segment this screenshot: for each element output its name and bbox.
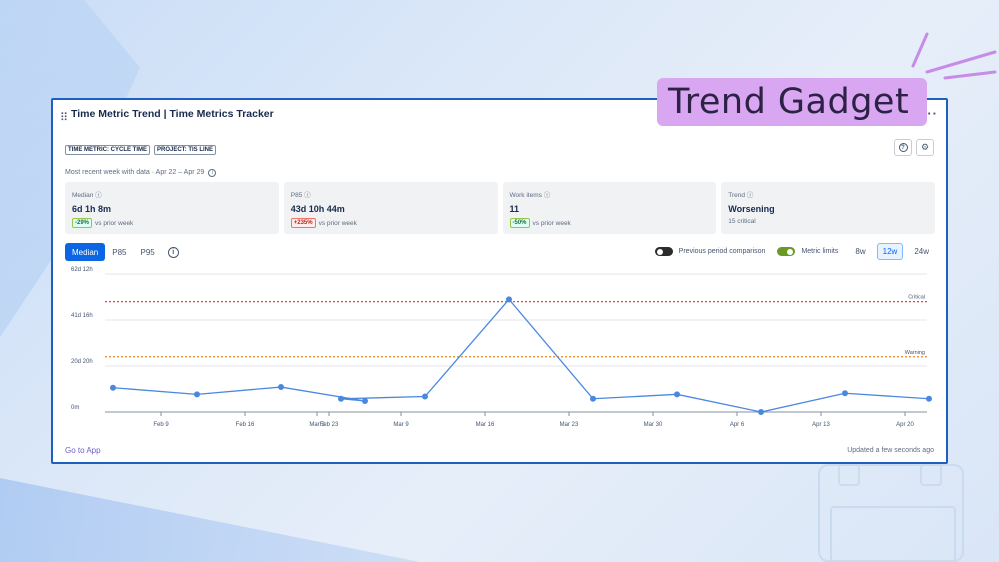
stat-label: P85 ⓘ xyxy=(290,192,311,199)
chart-controls: Previous period comparison Metric limits… xyxy=(654,243,934,260)
change-chip: -29% xyxy=(72,218,93,228)
range-24w[interactable]: 24w xyxy=(909,244,934,259)
stat-value: 6d 1h 8m xyxy=(72,204,112,214)
change-chip: -50% xyxy=(509,218,530,228)
tab-p85[interactable]: P85 xyxy=(105,243,133,261)
decorative-tab-icon xyxy=(920,464,942,486)
x-tick-label: Feb 16 xyxy=(236,422,255,428)
project-badge: PROJECT: TIS LINE xyxy=(154,145,217,155)
stat-change: -50% vs prior week xyxy=(509,218,710,228)
stat-card-work-items: Work items ⓘ 11 -50% vs prior week xyxy=(502,182,717,234)
change-chip: +235% xyxy=(290,218,316,228)
help-button[interactable]: ? xyxy=(894,139,912,156)
stat-value: 11 xyxy=(509,204,520,214)
series-line xyxy=(112,298,930,413)
previous-period-toggle[interactable] xyxy=(654,247,673,256)
info-icon[interactable]: i xyxy=(167,246,179,258)
x-tick-label: Mar 16 xyxy=(476,422,495,428)
y-tick-label: 0m xyxy=(71,405,79,411)
filter-badges: TIME METRIC: CYCLE TIME PROJECT: TIS LIN… xyxy=(65,145,217,155)
metric-badge: TIME METRIC: CYCLE TIME xyxy=(65,145,150,155)
x-tick-label: Apr 13 xyxy=(812,422,830,428)
stat-label: Median ⓘ xyxy=(72,192,102,199)
tab-p95[interactable]: P95 xyxy=(133,243,161,261)
data-point xyxy=(338,395,344,402)
y-tick-label: 41d 16h xyxy=(71,313,93,319)
info-icon: i xyxy=(208,169,217,177)
x-tick-label: Mar 9 xyxy=(393,422,409,428)
stat-value: Worsening xyxy=(728,204,775,214)
data-point xyxy=(674,391,680,398)
decorative-tab-icon xyxy=(838,464,860,486)
y-tick-label: 62d 12h xyxy=(71,267,93,273)
x-tick-label: Apr 6 xyxy=(730,422,745,428)
percentile-tabs: Median P85 P95 i xyxy=(65,243,179,261)
gear-icon: ⚙ xyxy=(920,142,930,152)
trend-line-chart: 0m20d 20h41d 16h62d 12hFeb 9 Feb 16 Feb 23… xyxy=(71,267,932,428)
x-tick-label: Feb 9 xyxy=(153,422,169,428)
range-8w[interactable]: 8w xyxy=(850,244,870,259)
stat-label: Work items ⓘ xyxy=(509,192,551,199)
stat-change: +235% vs prior week xyxy=(290,218,491,228)
trend-gadget-card: ⠿ Time Metric Trend | Time Metrics Track… xyxy=(51,98,948,464)
data-point xyxy=(506,296,512,303)
data-point xyxy=(194,391,200,398)
go-to-app-link[interactable]: Go to App xyxy=(65,446,101,455)
data-point xyxy=(422,393,428,400)
recent-week-text: Most recent week with data · Apr 22 – Ap… xyxy=(65,169,217,177)
x-tick-label: Mar 2 xyxy=(309,422,325,428)
data-point xyxy=(926,395,932,402)
range-12w[interactable]: 12w xyxy=(876,243,904,260)
data-point xyxy=(590,395,596,402)
metric-limits-toggle[interactable] xyxy=(777,247,796,256)
data-point xyxy=(278,384,284,391)
tab-median[interactable]: Median xyxy=(65,243,106,261)
updated-text: Updated a few seconds ago xyxy=(847,447,934,454)
settings-button[interactable]: ⚙ xyxy=(916,139,934,156)
stat-value: 43d 10h 44m xyxy=(290,204,345,214)
data-point xyxy=(758,409,764,415)
data-point xyxy=(110,384,116,391)
stat-cards: Median ⓘ 6d 1h 8m -29% vs prior week P85 … xyxy=(65,182,935,234)
info-icon: ⓘ xyxy=(95,192,102,199)
x-tick-label: Mar 30 xyxy=(644,422,663,428)
data-point xyxy=(842,390,848,397)
trend-gadget-label: Trend Gadget xyxy=(657,78,927,126)
x-tick-label: Apr 20 xyxy=(896,422,914,428)
info-icon: ⓘ xyxy=(746,192,754,199)
stat-card-trend: Trend ⓘ Worsening 15 critical xyxy=(721,182,935,234)
x-tick-label: Mar 23 xyxy=(560,422,579,428)
data-point xyxy=(362,397,368,404)
help-icon: ? xyxy=(898,143,908,152)
info-icon: ⓘ xyxy=(304,192,311,199)
stat-card-median: Median ⓘ 6d 1h 8m -29% vs prior week xyxy=(65,182,279,234)
metric-limits-label: Metric limits xyxy=(801,248,839,255)
previous-period-label: Previous period comparison xyxy=(678,248,766,255)
limit-label-critical: Critical xyxy=(908,295,925,301)
limit-label-warning: Warning xyxy=(905,350,925,356)
stat-card-p85: P85 ⓘ 43d 10h 44m +235% vs prior week xyxy=(283,182,498,234)
stat-label: Trend ⓘ xyxy=(728,192,754,199)
stat-change: -29% vs prior week xyxy=(72,218,272,228)
y-tick-label: 20d 20h xyxy=(71,359,93,365)
gadget-title: Time Metric Trend | Time Metrics Tracker xyxy=(71,108,274,120)
stat-note: 15 critical xyxy=(728,218,756,225)
drag-handle-icon[interactable]: ⠿ xyxy=(60,111,68,124)
info-icon: ⓘ xyxy=(543,192,551,199)
sparkle-decoration-icon xyxy=(905,30,999,80)
